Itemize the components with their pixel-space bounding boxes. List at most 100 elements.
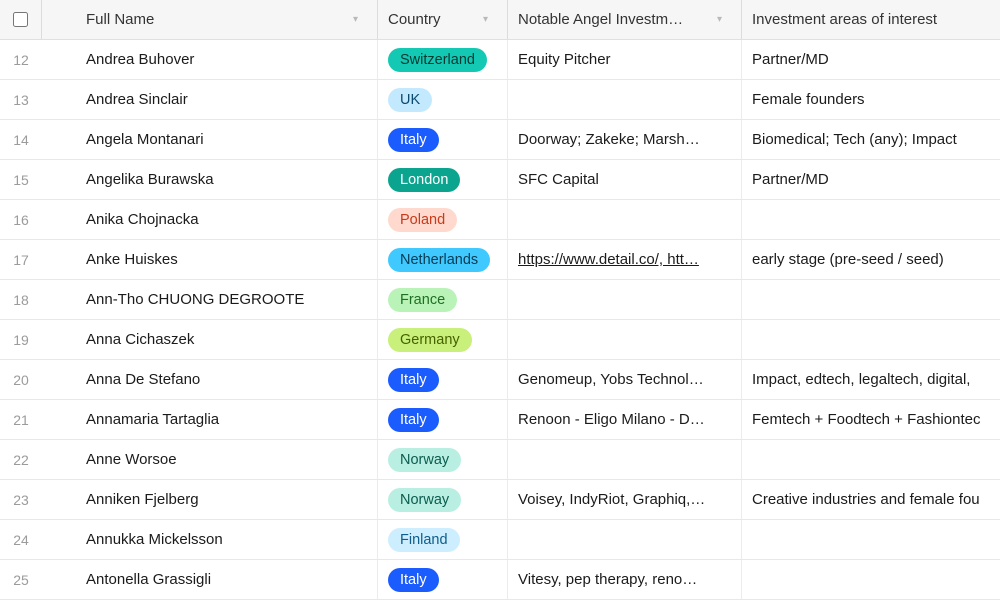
- cell-full-name[interactable]: Annamaria Tartaglia: [42, 400, 378, 439]
- header-checkbox-cell: [0, 0, 42, 39]
- cell-investments[interactable]: Renoon - Eligo Milano - D…: [508, 400, 742, 439]
- row-number: 25: [0, 560, 42, 599]
- cell-country[interactable]: Italy: [378, 400, 508, 439]
- table-row[interactable]: 22Anne WorsoeNorway: [0, 440, 1000, 480]
- country-pill: Norway: [388, 488, 461, 512]
- table-row[interactable]: 15Angelika BurawskaLondonSFC CapitalPart…: [0, 160, 1000, 200]
- cell-full-name[interactable]: Anke Huiskes: [42, 240, 378, 279]
- cell-full-name[interactable]: Andrea Sinclair: [42, 80, 378, 119]
- country-pill: Netherlands: [388, 248, 490, 272]
- full-name-text: Anika Chojnacka: [86, 211, 367, 228]
- cell-full-name[interactable]: Anna De Stefano: [42, 360, 378, 399]
- cell-interest[interactable]: [742, 320, 1000, 359]
- cell-interest[interactable]: [742, 280, 1000, 319]
- cell-interest[interactable]: Impact, edtech, legaltech, digital,: [742, 360, 1000, 399]
- cell-interest[interactable]: Creative industries and female fou: [742, 480, 1000, 519]
- cell-investments[interactable]: SFC Capital: [508, 160, 742, 199]
- interest-text: Biomedical; Tech (any); Impact: [752, 131, 990, 148]
- cell-investments[interactable]: [508, 280, 742, 319]
- cell-investments[interactable]: Voisey, IndyRiot, Graphiq,…: [508, 480, 742, 519]
- table-row[interactable]: 12Andrea BuhoverSwitzerlandEquity Pitche…: [0, 40, 1000, 80]
- table-body: 12Andrea BuhoverSwitzerlandEquity Pitche…: [0, 40, 1000, 600]
- row-number: 24: [0, 520, 42, 559]
- investments-text: Renoon - Eligo Milano - D…: [518, 411, 731, 428]
- cell-interest[interactable]: Partner/MD: [742, 40, 1000, 79]
- cell-country[interactable]: Finland: [378, 520, 508, 559]
- sort-icon[interactable]: ▾: [353, 15, 367, 25]
- header-full-name[interactable]: Full Name ▾: [42, 0, 378, 39]
- country-pill: Italy: [388, 568, 439, 592]
- cell-interest[interactable]: Female founders: [742, 80, 1000, 119]
- table-row[interactable]: 16 Anika Chojnacka Poland: [0, 200, 1000, 240]
- table-row[interactable]: 21Annamaria TartagliaItaly Renoon - Eligo…: [0, 400, 1000, 440]
- cell-full-name[interactable]: Anna Cichaszek: [42, 320, 378, 359]
- cell-country[interactable]: Italy: [378, 560, 508, 599]
- sort-icon[interactable]: ▾: [717, 15, 731, 25]
- cell-investments[interactable]: Genomeup, Yobs Technol…: [508, 360, 742, 399]
- country-pill: France: [388, 288, 457, 312]
- table-row[interactable]: 17Anke Huiskes Netherlands https://www.det…: [0, 240, 1000, 280]
- cell-investments[interactable]: [508, 440, 742, 479]
- sort-icon[interactable]: ▾: [483, 15, 497, 25]
- cell-full-name[interactable]: Antonella Grassigli: [42, 560, 378, 599]
- country-pill: Switzerland: [388, 48, 487, 72]
- cell-investments[interactable]: Doorway; Zakeke; Marsh…: [508, 120, 742, 159]
- header-country[interactable]: Country ▾: [378, 0, 508, 39]
- cell-full-name[interactable]: Anniken Fjelberg: [42, 480, 378, 519]
- table-row[interactable]: 13Andrea SinclairUKFemale founders: [0, 80, 1000, 120]
- cell-country[interactable]: Netherlands: [378, 240, 508, 279]
- cell-country[interactable]: Italy: [378, 360, 508, 399]
- cell-full-name[interactable]: Ann-Tho CHUONG DEGROOTE: [42, 280, 378, 319]
- cell-country[interactable]: London: [378, 160, 508, 199]
- table-row[interactable]: 19Anna CichaszekGermany: [0, 320, 1000, 360]
- cell-full-name[interactable]: Anika Chojnacka: [42, 200, 378, 239]
- cell-investments[interactable]: Equity Pitcher: [508, 40, 742, 79]
- select-all-checkbox[interactable]: [13, 12, 28, 27]
- cell-full-name[interactable]: Anne Worsoe: [42, 440, 378, 479]
- cell-full-name[interactable]: Angelika Burawska: [42, 160, 378, 199]
- cell-country[interactable]: Poland: [378, 200, 508, 239]
- cell-country[interactable]: Norway: [378, 480, 508, 519]
- cell-investments[interactable]: [508, 80, 742, 119]
- header-interest[interactable]: Investment areas of interest: [742, 0, 1000, 39]
- row-number: 21: [0, 400, 42, 439]
- cell-interest[interactable]: [742, 560, 1000, 599]
- header-label: Notable Angel Investm…: [518, 11, 711, 28]
- cell-full-name[interactable]: Andrea Buhover: [42, 40, 378, 79]
- header-investments[interactable]: Notable Angel Investm… ▾: [508, 0, 742, 39]
- table-row[interactable]: 20Anna De StefanoItalyGenomeup, Yobs Tec…: [0, 360, 1000, 400]
- interest-text: Female founders: [752, 91, 990, 108]
- cell-interest[interactable]: Biomedical; Tech (any); Impact: [742, 120, 1000, 159]
- table-row[interactable]: 24Annukka MickelssonFinland: [0, 520, 1000, 560]
- cell-country[interactable]: Switzerland: [378, 40, 508, 79]
- cell-country[interactable]: Italy: [378, 120, 508, 159]
- country-pill: Italy: [388, 128, 439, 152]
- cell-interest[interactable]: [742, 200, 1000, 239]
- table-row[interactable]: 18Ann-Tho CHUONG DEGROOTEFrance: [0, 280, 1000, 320]
- cell-country[interactable]: Germany: [378, 320, 508, 359]
- full-name-text: Angelika Burawska: [86, 171, 367, 188]
- interest-text: Partner/MD: [752, 51, 990, 68]
- cell-interest[interactable]: [742, 520, 1000, 559]
- row-number: 16: [0, 200, 42, 239]
- table-row[interactable]: 23Anniken FjelbergNorwayVoisey, IndyRiot…: [0, 480, 1000, 520]
- cell-interest[interactable]: Femtech + Foodtech + Fashiontec: [742, 400, 1000, 439]
- cell-country[interactable]: France: [378, 280, 508, 319]
- cell-investments[interactable]: [508, 200, 742, 239]
- data-table: Full Name ▾ Country ▾ Notable Angel Inve…: [0, 0, 1000, 600]
- table-row[interactable]: 25Antonella Grassigli Italy Vitesy, pep th…: [0, 560, 1000, 600]
- cell-investments[interactable]: [508, 320, 742, 359]
- full-name-text: Anna Cichaszek: [86, 331, 367, 348]
- cell-full-name[interactable]: Annukka Mickelsson: [42, 520, 378, 559]
- cell-interest[interactable]: [742, 440, 1000, 479]
- cell-investments[interactable]: Vitesy, pep therapy, reno…: [508, 560, 742, 599]
- cell-interest[interactable]: Partner/MD: [742, 160, 1000, 199]
- cell-investments[interactable]: [508, 520, 742, 559]
- row-number: 17: [0, 240, 42, 279]
- cell-full-name[interactable]: Angela Montanari: [42, 120, 378, 159]
- cell-country[interactable]: UK: [378, 80, 508, 119]
- cell-country[interactable]: Norway: [378, 440, 508, 479]
- cell-investments[interactable]: https://www.detail.co/, htt…: [508, 240, 742, 279]
- table-row[interactable]: 14Angela MontanariItalyDoorway; Zakeke; …: [0, 120, 1000, 160]
- cell-interest[interactable]: early stage (pre-seed / seed): [742, 240, 1000, 279]
